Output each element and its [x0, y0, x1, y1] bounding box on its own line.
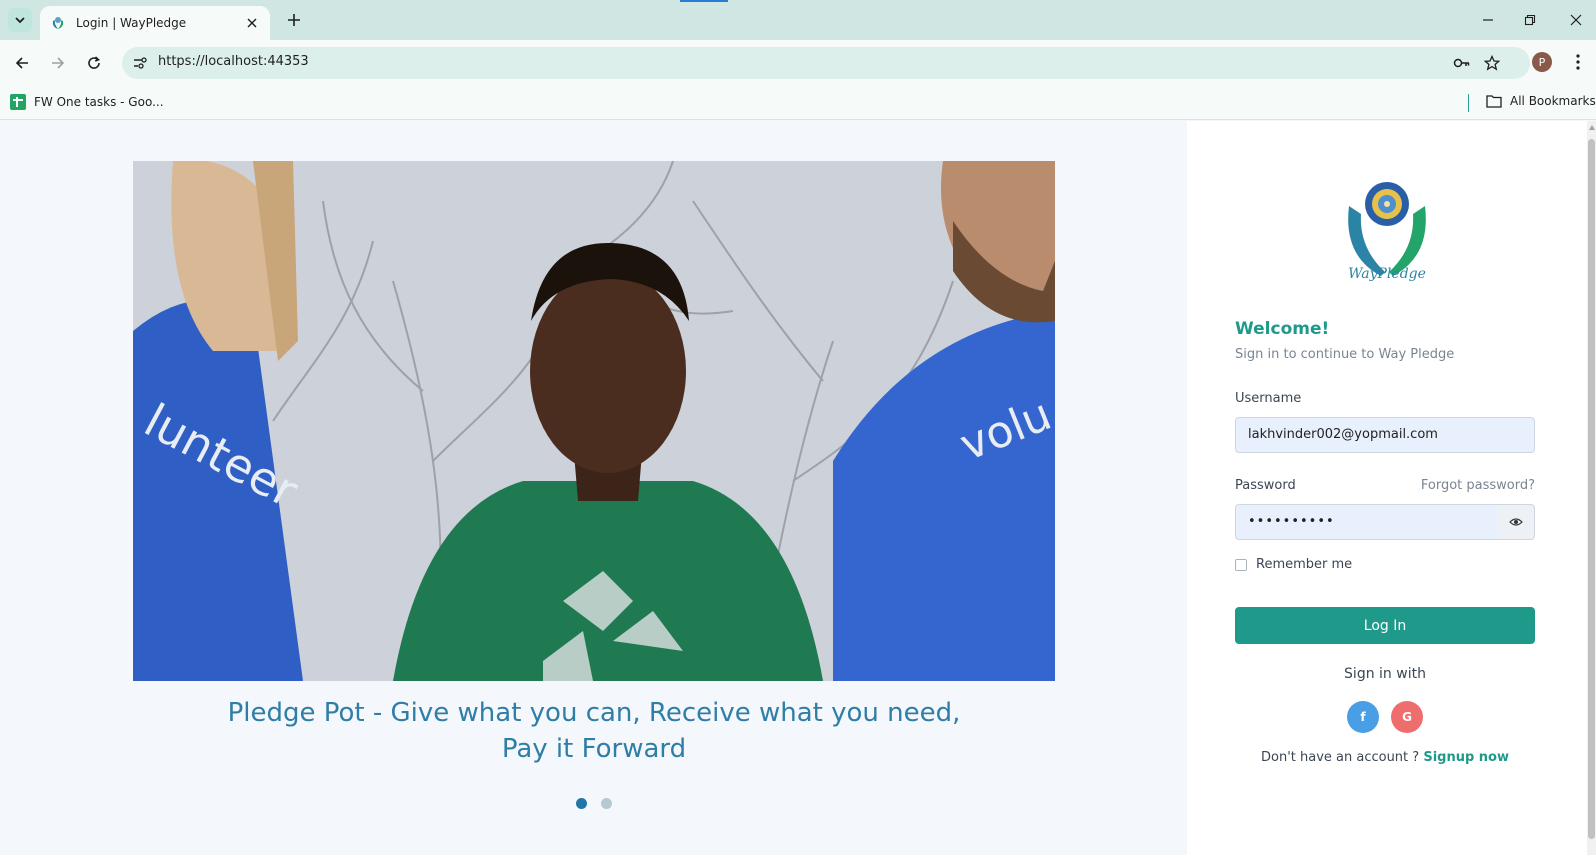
google-login-button[interactable]: G [1391, 701, 1423, 733]
restore-button[interactable] [1518, 8, 1542, 32]
close-window-button[interactable] [1564, 8, 1588, 32]
logo-text-wrap: WayPledge [1187, 263, 1587, 282]
toggle-password-button[interactable] [1497, 504, 1535, 540]
loading-indicator [680, 0, 728, 2]
forward-arrow-icon [52, 57, 65, 69]
carousel-pane: lunteer volu Pledge Pot - Give what you … [0, 121, 1187, 855]
profile-avatar[interactable]: P [1532, 52, 1552, 72]
scroll-up-arrow-icon[interactable] [1589, 125, 1595, 130]
logo-text: WayPledge [1348, 266, 1426, 282]
scrollbar-thumb[interactable] [1588, 139, 1595, 839]
site-info-icon[interactable] [130, 53, 150, 73]
welcome-subtitle: Sign in to continue to Way Pledge [1235, 347, 1455, 362]
bookmarks-bar: FW One tasks - Goo... All Bookmarks [0, 86, 1596, 120]
tab-strip: Login | WayPledge [0, 0, 1596, 40]
signup-prompt: Don't have an account ? Signup now [1187, 750, 1583, 765]
bookmark-fw-one-tasks[interactable]: FW One tasks - Goo... [10, 94, 164, 110]
sign-in-with-label: Sign in with [1344, 666, 1426, 682]
login-button[interactable]: Log In [1235, 607, 1535, 644]
address-bar[interactable]: https://localhost:44353 [122, 47, 1530, 79]
close-tab-icon[interactable] [244, 15, 260, 31]
back-arrow-icon [15, 57, 28, 69]
signup-link[interactable]: Signup now [1423, 750, 1509, 765]
remember-me-checkbox[interactable] [1235, 558, 1247, 571]
carousel-image: lunteer volu [133, 161, 1055, 681]
remember-me-label: Remember me [1256, 557, 1353, 572]
reload-button[interactable] [82, 51, 106, 75]
reload-icon [88, 56, 100, 69]
url-text: https://localhost:44353 [158, 54, 309, 69]
all-bookmarks-label: All Bookmarks [1510, 94, 1596, 108]
forgot-password-link[interactable]: Forgot password? [1419, 478, 1535, 493]
password-label: Password [1235, 478, 1296, 493]
chevron-down-icon [15, 17, 25, 24]
browser-tab-active[interactable]: Login | WayPledge [40, 6, 270, 40]
google-sheets-icon [10, 94, 26, 110]
new-tab-button[interactable] [282, 8, 306, 32]
all-bookmarks-button[interactable]: All Bookmarks [1486, 94, 1596, 108]
password-key-icon[interactable] [1452, 53, 1472, 73]
page-scrollbar[interactable] [1587, 121, 1596, 855]
volunteers-photo: lunteer volu [133, 161, 1055, 681]
back-button[interactable] [10, 51, 34, 75]
carousel-dot-2[interactable] [601, 798, 612, 809]
eye-icon [1508, 518, 1523, 526]
forward-button[interactable] [46, 51, 70, 75]
bookmark-label: FW One tasks - Goo... [34, 95, 164, 109]
facebook-icon: f [1360, 710, 1366, 724]
no-account-text: Don't have an account ? [1260, 750, 1424, 765]
minimize-icon [1483, 19, 1493, 21]
page-content: lunteer volu Pledge Pot - Give what you … [0, 121, 1596, 855]
plus-icon [288, 14, 300, 26]
waypledge-favicon [52, 17, 64, 29]
bookmarks-divider [1468, 94, 1469, 112]
login-panel: WayPledge Welcome! Sign in to continue t… [1187, 121, 1587, 855]
facebook-login-button[interactable]: f [1347, 701, 1379, 733]
google-icon: G [1402, 710, 1412, 724]
welcome-heading: Welcome! [1235, 319, 1330, 339]
password-input[interactable]: •••••••••• [1235, 504, 1498, 540]
tab-search-button[interactable] [8, 8, 32, 32]
minimize-button[interactable] [1476, 8, 1500, 32]
folder-icon [1486, 95, 1502, 108]
close-icon [1570, 14, 1582, 26]
carousel-dot-1[interactable] [576, 798, 587, 809]
remember-me[interactable]: Remember me [1235, 557, 1352, 572]
browser-menu-button[interactable] [1566, 50, 1590, 74]
tab-title: Login | WayPledge [76, 16, 187, 30]
carousel-indicators [576, 798, 612, 809]
username-input[interactable]: lakhvinder002@yopmail.com [1235, 417, 1535, 453]
browser-toolbar: https://localhost:44353 [0, 40, 1596, 86]
carousel-caption: Pledge Pot - Give what you can, Receive … [227, 698, 961, 764]
kebab-menu-icon [1576, 54, 1580, 70]
username-label: Username [1235, 391, 1302, 406]
bookmark-star-icon[interactable] [1482, 53, 1502, 73]
restore-icon [1524, 14, 1536, 26]
